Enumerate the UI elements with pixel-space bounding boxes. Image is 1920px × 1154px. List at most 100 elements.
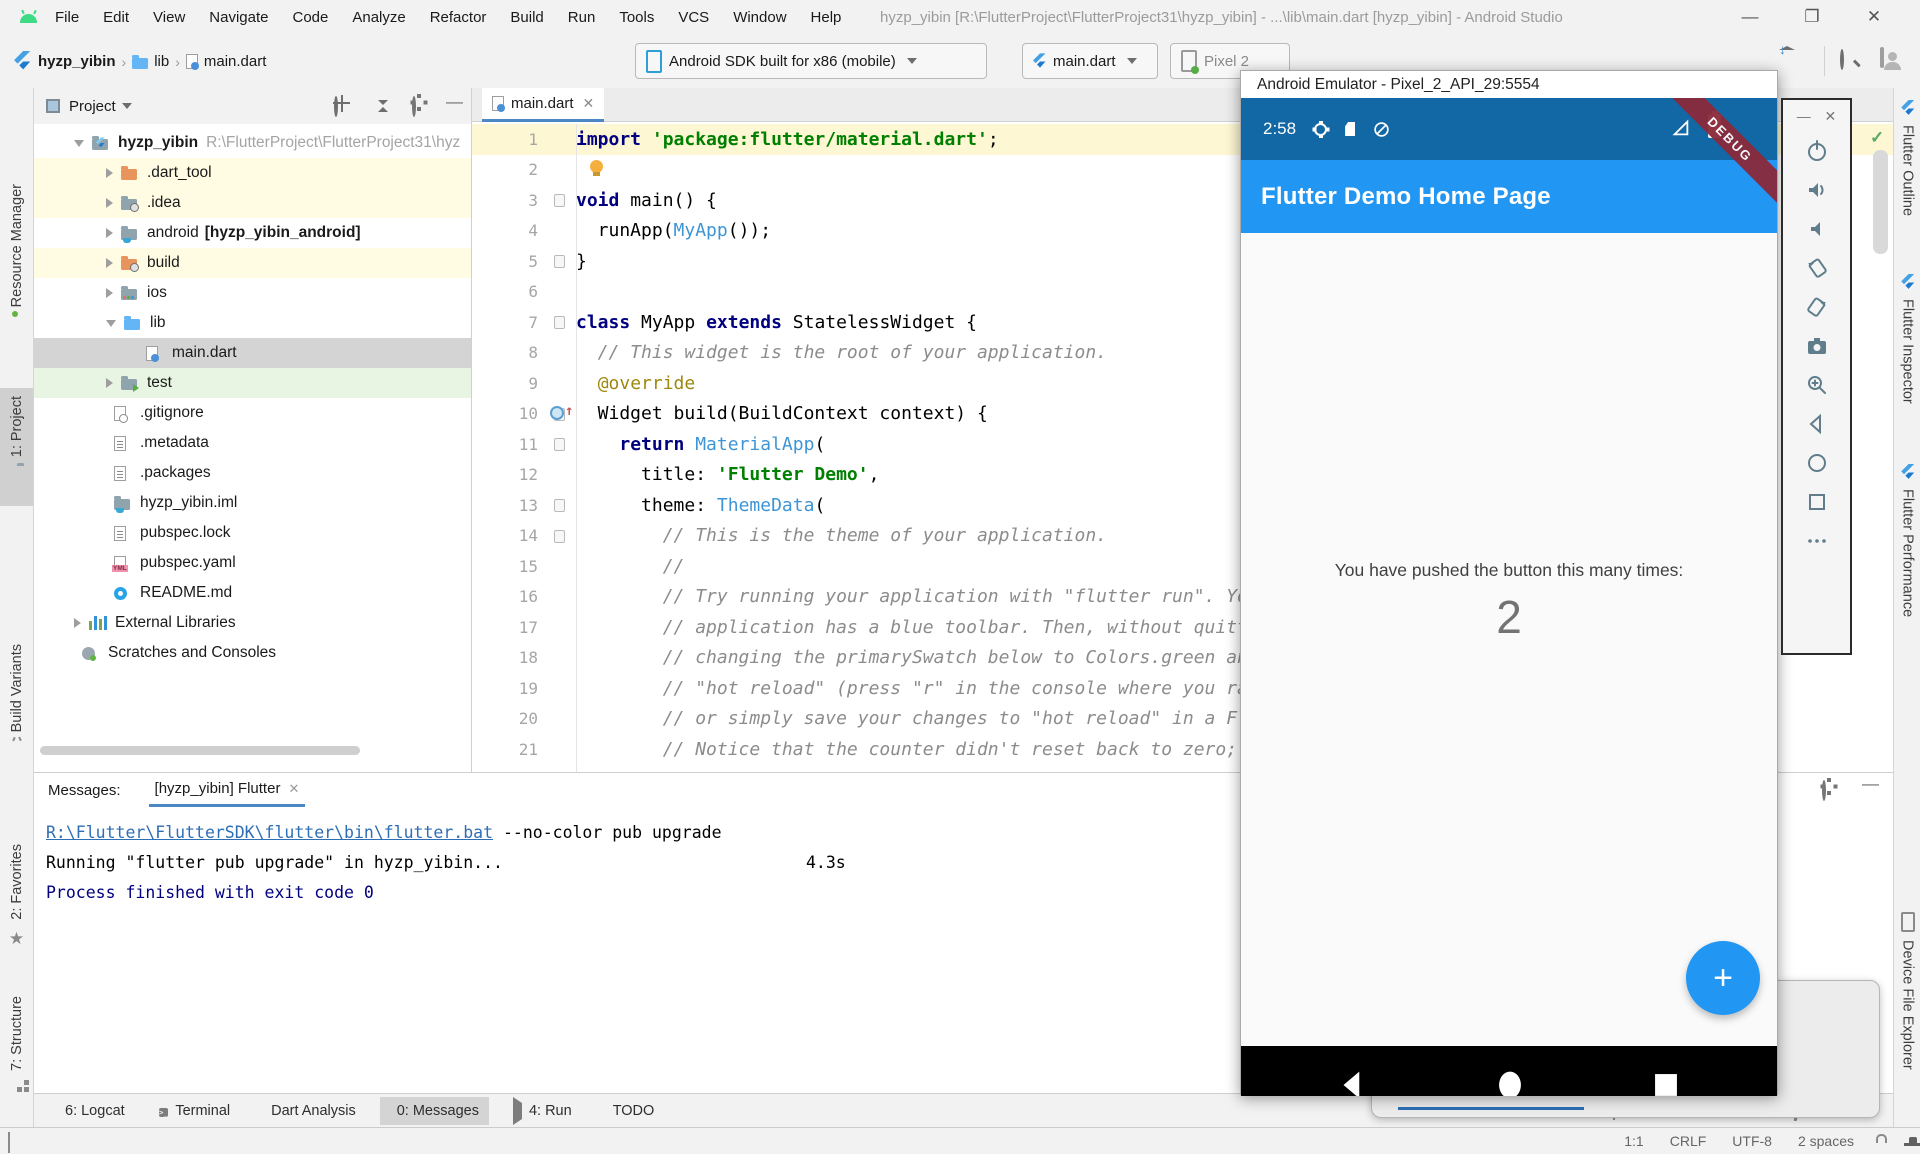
tree-row[interactable]: pubspec.yaml [34, 548, 471, 578]
expanded-arrow-icon[interactable] [74, 140, 84, 147]
messages-tab-flutter[interactable]: [hyzp_yibin] Flutter ✕ [149, 773, 306, 807]
rotate-right-icon[interactable] [1804, 294, 1830, 320]
sidebar-item-build-variants[interactable]: Build Variants [0, 636, 33, 796]
menu-edit[interactable]: Edit [91, 0, 141, 36]
run-config-selector[interactable]: main.dart [1022, 43, 1158, 79]
maximize-button[interactable]: ❐ [1789, 0, 1835, 36]
nav-home-icon[interactable] [1494, 1046, 1526, 1096]
menu-help[interactable]: Help [799, 0, 854, 36]
menu-analyze[interactable]: Analyze [340, 0, 417, 36]
panel-settings-icon[interactable] [412, 98, 416, 115]
breadcrumb-project[interactable]: hyzp_yibin [38, 53, 116, 70]
caret-position[interactable]: 1:1 [1624, 1133, 1643, 1149]
override-marker-icon[interactable] [550, 406, 564, 420]
power-icon[interactable] [1804, 138, 1830, 164]
collapsed-arrow-icon[interactable] [106, 228, 113, 238]
emulator-screen[interactable]: 2:58 Flutter Demo Home Page DEBUG You ha… [1241, 98, 1777, 1096]
menu-navigate[interactable]: Navigate [197, 0, 280, 36]
profile-avatar-icon[interactable] [1880, 49, 1884, 66]
fab-increment-button[interactable]: + [1686, 941, 1760, 1015]
close-icon[interactable]: ✕ [288, 781, 299, 797]
fold-marker-icon[interactable] [554, 255, 565, 268]
tree-row[interactable]: android[hyzp_yibin_android] [34, 218, 471, 248]
tree-row[interactable]: hyzp_yibin.iml [34, 488, 471, 518]
sidebar-item-1-project[interactable]: 1: Project [0, 388, 33, 506]
tree-row[interactable]: hyzp_yibinR:\FlutterProject\FlutterProje… [34, 128, 471, 158]
tree-row[interactable]: .dart_tool [34, 158, 471, 188]
close-button[interactable]: ✕ [1851, 0, 1897, 36]
horizontal-scrollbar[interactable] [40, 746, 360, 755]
collapsed-arrow-icon[interactable] [106, 378, 113, 388]
toolwindow-button-6-logcat[interactable]: 6: Logcat [48, 1097, 135, 1125]
tree-row[interactable]: main.dart [34, 338, 471, 368]
breadcrumb-dir[interactable]: lib [154, 53, 169, 70]
tree-row[interactable]: lib [34, 308, 471, 338]
fold-marker-icon[interactable] [554, 316, 565, 329]
overview-icon[interactable] [1804, 489, 1830, 515]
sidebar-item-2-favorites[interactable]: 2: Favorites★ [0, 836, 33, 964]
menu-run[interactable]: Run [556, 0, 608, 36]
device-selector[interactable]: Android SDK built for x86 (mobile) [635, 43, 987, 79]
fold-marker-icon[interactable] [554, 499, 565, 512]
menu-build[interactable]: Build [498, 0, 555, 36]
toolwindow-button-todo[interactable]: TODO [596, 1097, 665, 1125]
tree-row[interactable]: README.md [34, 578, 471, 608]
fold-marker-icon[interactable] [554, 194, 565, 207]
toolwindow-button-4-run[interactable]: 4: Run [503, 1097, 582, 1125]
indent-size[interactable]: 2 spaces [1798, 1133, 1854, 1149]
tree-row[interactable]: test [34, 368, 471, 398]
zoom-icon[interactable] [1804, 372, 1830, 398]
search-everywhere-icon[interactable] [1840, 51, 1844, 68]
hide-panel-icon[interactable]: — [446, 92, 463, 112]
intention-bulb-icon[interactable] [590, 160, 603, 173]
home-icon[interactable] [1804, 450, 1830, 476]
collapsed-arrow-icon[interactable] [106, 198, 113, 208]
locate-file-icon[interactable] [334, 98, 338, 115]
console-settings-icon[interactable] [1822, 782, 1826, 799]
sidebar-item-flutter-inspector[interactable]: Flutter Inspector [1894, 270, 1920, 446]
toolwindow-button-0-messages[interactable]: 0: Messages [380, 1097, 489, 1125]
tree-row[interactable]: ios [34, 278, 471, 308]
tree-row[interactable]: .packages [34, 458, 471, 488]
minimize-button[interactable]: — [1727, 0, 1773, 36]
fold-marker-icon[interactable] [554, 530, 565, 543]
sidebar-item-flutter-performance[interactable]: Flutter Performance [1894, 460, 1920, 660]
tree-row[interactable]: .gitignore [34, 398, 471, 428]
expanded-arrow-icon[interactable] [106, 320, 116, 327]
menu-vcs[interactable]: VCS [666, 0, 721, 36]
volume-up-icon[interactable] [1804, 177, 1830, 203]
emulator-title-bar[interactable]: Android Emulator - Pixel_2_API_29:5554 [1241, 71, 1777, 98]
tree-row[interactable]: build [34, 248, 471, 278]
console-link[interactable]: R:\Flutter\FlutterSDK\flutter\bin\flutte… [46, 823, 493, 842]
collapsed-arrow-icon[interactable] [106, 288, 113, 298]
back-icon[interactable] [1804, 411, 1830, 437]
fold-marker-icon[interactable] [554, 438, 565, 451]
line-ending[interactable]: CRLF [1670, 1133, 1707, 1149]
project-view-title[interactable]: Project [69, 98, 116, 115]
camera-icon[interactable] [1804, 333, 1830, 359]
menu-code[interactable]: Code [280, 0, 340, 36]
sidebar-item-resource-manager[interactable]: Resource Manager [0, 176, 33, 376]
emulator-minimize-icon[interactable]: — [1797, 108, 1811, 125]
tree-row[interactable]: .idea [34, 188, 471, 218]
nav-back-icon[interactable] [1337, 1046, 1367, 1096]
tree-row[interactable]: pubspec.lock [34, 518, 471, 548]
editor-tab-main-dart[interactable]: main.dart ✕ [482, 88, 604, 122]
more-icon[interactable] [1804, 528, 1830, 554]
volume-down-icon[interactable] [1804, 216, 1830, 242]
console-output[interactable]: R:\Flutter\FlutterSDK\flutter\bin\flutte… [46, 817, 1246, 907]
sidebar-item-device-file-explorer[interactable]: Device File Explorer [1894, 908, 1920, 1148]
menu-window[interactable]: Window [721, 0, 798, 36]
close-icon[interactable]: ✕ [583, 95, 595, 112]
toolwindow-button-terminal[interactable]: >_Terminal [149, 1097, 240, 1125]
file-encoding[interactable]: UTF-8 [1732, 1133, 1772, 1149]
nav-overview-icon[interactable] [1651, 1046, 1681, 1096]
tree-row[interactable]: Scratches and Consoles [34, 638, 471, 668]
menu-view[interactable]: View [141, 0, 197, 36]
emulator-close-icon[interactable]: ✕ [1825, 108, 1837, 125]
tool-window-toggle-icon[interactable] [8, 1135, 10, 1152]
hide-panel-icon[interactable]: — [1862, 774, 1879, 794]
collapsed-arrow-icon[interactable] [74, 618, 81, 628]
collapsed-arrow-icon[interactable] [106, 258, 113, 268]
menu-file[interactable]: File [43, 0, 91, 36]
